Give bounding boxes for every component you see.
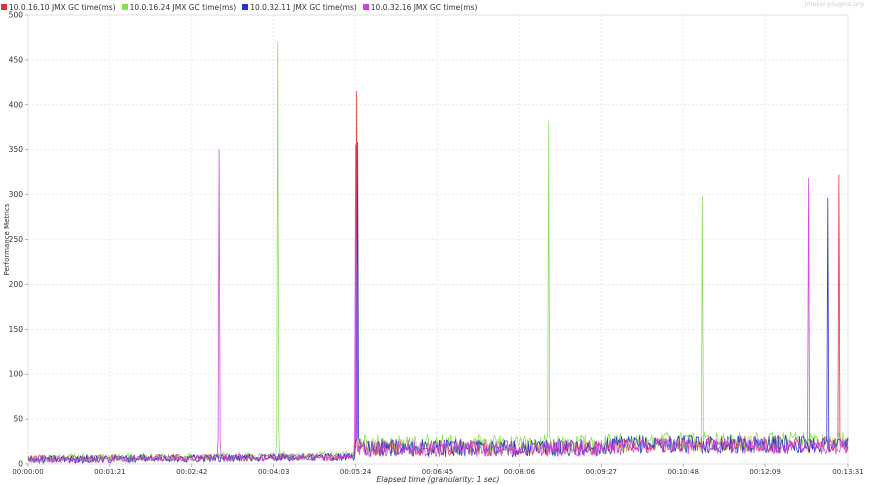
y-tick-label: 350: [9, 145, 24, 154]
legend-label: 10.0.16.24 JMX GC time(ms): [129, 2, 237, 12]
legend-swatch: [242, 4, 249, 10]
legend-label: 10.0.32.16 JMX GC time(ms): [370, 2, 478, 12]
y-tick-label: 100: [9, 370, 24, 379]
x-tick-label: 00:01:21: [94, 468, 125, 476]
x-tick-label: 00:13:31: [832, 468, 863, 476]
y-tick-label: 300: [9, 190, 24, 199]
x-tick-label: 00:04:03: [258, 468, 289, 476]
legend-swatch: [362, 4, 369, 10]
x-tick-label: 00:10:48: [667, 468, 698, 476]
legend-item-1: 10.0.16.10 JMX GC time(ms): [1, 3, 116, 12]
x-tick-label: 00:08:06: [504, 468, 536, 476]
y-tick-label: 200: [9, 280, 24, 289]
legend-item-3: 10.0.32.11 JMX GC time(ms): [242, 3, 357, 12]
y-tick-label: 150: [9, 325, 24, 334]
legend-item-4: 10.0.32.16 JMX GC time(ms): [362, 2, 478, 12]
watermark: jmeter-plugins.org: [804, 0, 864, 8]
legend-label: 10.0.16.10 JMX GC time(ms): [9, 2, 116, 12]
x-tick-label: 00:09:27: [586, 468, 617, 476]
legend-swatch: [121, 4, 128, 10]
y-axis-label: Performance Metrics: [3, 203, 11, 275]
x-axis-label: Elapsed time (granularity: 1 sec): [377, 475, 500, 484]
legend-swatch: [1, 4, 7, 10]
y-tick-label: 450: [9, 55, 24, 64]
legend-item-2: 10.0.16.24 JMX GC time(ms): [121, 2, 237, 12]
y-tick-label: 400: [9, 100, 24, 109]
y-tick-label: 50: [13, 415, 23, 424]
x-tick-label: 00:02:42: [176, 468, 207, 476]
chart-legend: 10.0.16.10 JMX GC time(ms) 10.0.16.24 JMX…: [1, 2, 483, 12]
gc-time-chart: 05010015020025030035040045050000:00:00 00…: [3, 11, 864, 485]
x-tick-label: 00:00:00: [12, 468, 43, 476]
x-tick-label: 00:05:24: [340, 468, 372, 476]
x-tick-label: 00:12:09: [749, 468, 780, 476]
legend-label: 10.0.32.11 JMX GC time(ms): [250, 2, 357, 12]
